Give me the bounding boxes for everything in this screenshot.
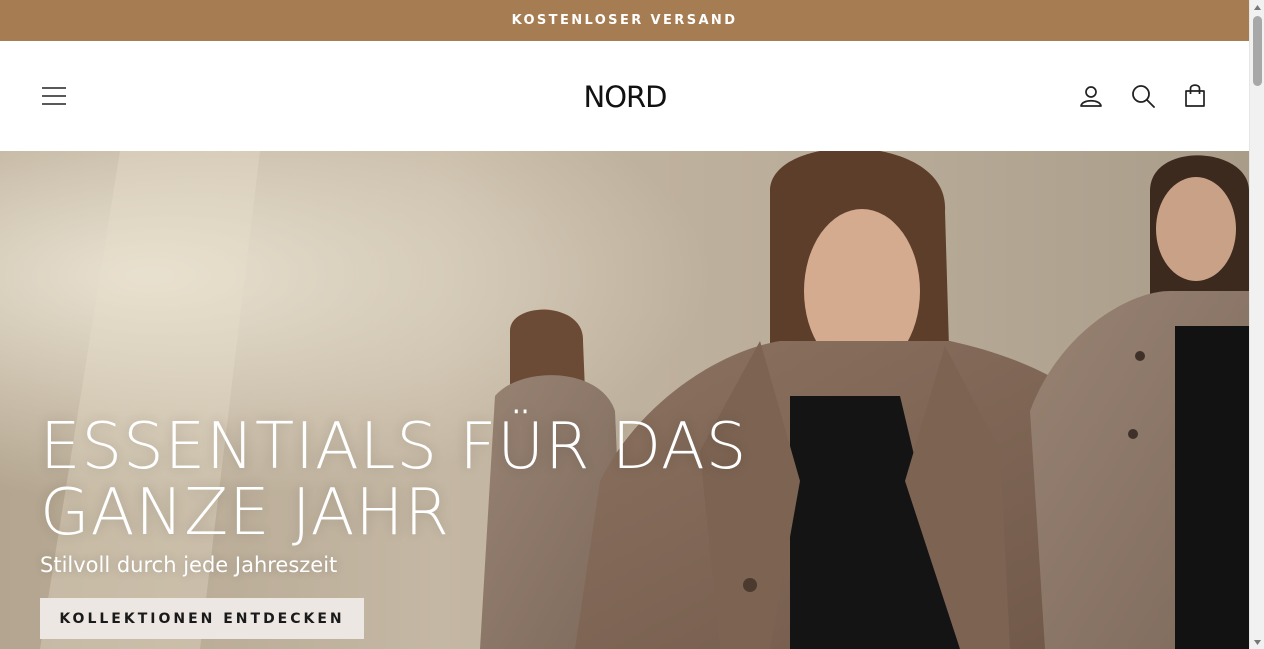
page-viewport: KOSTENLOSER VERSAND NORD ESSENTIALS FÜR … bbox=[0, 0, 1249, 649]
site-logo[interactable]: NORD bbox=[560, 75, 690, 119]
hero-subtitle: Stilvoll durch jede Jahreszeit bbox=[40, 553, 338, 577]
scroll-down-arrow-icon[interactable] bbox=[1250, 635, 1264, 649]
hero-title: ESSENTIALS FÜR DAS GANZE JAHR bbox=[40, 410, 748, 550]
user-icon bbox=[1080, 86, 1102, 107]
announcement-bar: KOSTENLOSER VERSAND bbox=[0, 0, 1249, 41]
shopping-bag-icon bbox=[1185, 84, 1205, 107]
cart-button[interactable] bbox=[1178, 77, 1212, 113]
hamburger-icon bbox=[42, 87, 66, 105]
account-button[interactable] bbox=[1074, 78, 1108, 114]
explore-collections-button[interactable]: KOLLEKTIONEN ENTDECKEN bbox=[40, 598, 364, 639]
scrollbar-thumb[interactable] bbox=[1253, 16, 1262, 86]
search-button[interactable] bbox=[1126, 78, 1160, 114]
announcement-text: KOSTENLOSER VERSAND bbox=[511, 13, 738, 28]
menu-button[interactable] bbox=[36, 79, 72, 113]
site-header: NORD bbox=[0, 41, 1249, 151]
hero-banner[interactable]: ESSENTIALS FÜR DAS GANZE JAHR Stilvoll d… bbox=[0, 151, 1249, 649]
search-icon bbox=[1132, 85, 1155, 108]
cta-label: KOLLEKTIONEN ENTDECKEN bbox=[59, 610, 345, 627]
page-scrollbar[interactable] bbox=[1249, 0, 1264, 649]
scroll-up-arrow-icon[interactable] bbox=[1250, 0, 1264, 14]
